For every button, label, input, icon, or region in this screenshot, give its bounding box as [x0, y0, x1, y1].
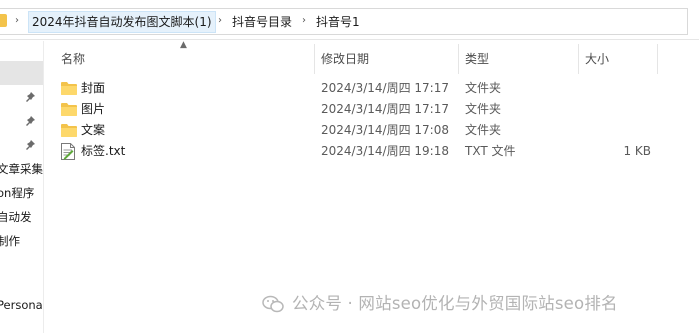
file-row[interactable]: 标签.txt 2024/3/14/周四 19:18 TXT 文件 1 KB [52, 141, 662, 162]
column-divider[interactable] [657, 44, 658, 74]
pin-icon[interactable] [24, 139, 36, 151]
text-file-icon [61, 143, 75, 160]
nav-item-label[interactable]: 制作 [0, 233, 43, 249]
file-type: 文件夹 [465, 123, 502, 137]
file-size [571, 120, 651, 141]
folder-icon [61, 82, 77, 95]
file-type: 文件夹 [465, 102, 502, 116]
nav-item-label[interactable]: on程序 [0, 185, 43, 201]
pin-icon[interactable] [24, 91, 36, 103]
nav-item-label[interactable]: 自动发 [0, 209, 43, 225]
file-name[interactable]: 图片 [81, 99, 105, 120]
column-header-modified[interactable]: 修改日期 [321, 44, 369, 74]
breadcrumb-item-current[interactable]: 抖音号1 [313, 12, 363, 32]
file-row[interactable]: 图片 2024/3/14/周四 17:17 文件夹 [52, 99, 662, 120]
sort-ascending-icon[interactable]: ▲ [180, 40, 187, 50]
pin-icon[interactable] [24, 115, 36, 127]
column-header-size[interactable]: 大小 [585, 44, 609, 74]
wechat-icon [262, 295, 284, 313]
breadcrumb-item-script[interactable]: 2024年抖音自动发布图文脚本(1) [28, 11, 216, 33]
nav-item-label[interactable]: Persona [0, 297, 43, 313]
nav-item-label[interactable]: 文章采集 [0, 161, 43, 177]
file-explorer-window: › 2024年抖音自动发布图文脚本(1) › 抖音号目录 › 抖音号1 文章采集… [0, 0, 699, 333]
chevron-right-icon[interactable]: › [12, 13, 22, 29]
folder-icon [61, 103, 77, 116]
file-modified: 2024/3/14/周四 19:18 [321, 144, 449, 158]
breadcrumb-item-directory[interactable]: 抖音号目录 [229, 12, 295, 32]
file-type: 文件夹 [465, 81, 502, 95]
address-bar: › 2024年抖音自动发布图文脚本(1) › 抖音号目录 › 抖音号1 [0, 0, 699, 40]
folder-icon [0, 14, 7, 27]
file-size [571, 78, 651, 99]
nav-item-selected[interactable] [0, 61, 43, 85]
file-type: TXT 文件 [465, 144, 516, 158]
file-name[interactable]: 标签.txt [81, 141, 125, 162]
file-size: 1 KB [623, 144, 651, 158]
file-row[interactable]: 文案 2024/3/14/周四 17:08 文件夹 [52, 120, 662, 141]
column-header-name[interactable]: 名称 [61, 44, 85, 74]
column-divider[interactable] [314, 44, 315, 74]
navigation-pane: 文章采集 on程序 自动发 制作 Persona [0, 41, 44, 333]
chevron-right-icon[interactable]: › [299, 13, 309, 29]
file-modified: 2024/3/14/周四 17:17 [321, 81, 449, 95]
column-header-type[interactable]: 类型 [465, 44, 489, 74]
column-divider[interactable] [578, 44, 579, 74]
chevron-right-icon[interactable]: › [215, 13, 225, 29]
file-row[interactable]: 封面 2024/3/14/周四 17:17 文件夹 [52, 78, 662, 99]
folder-icon [61, 124, 77, 137]
file-modified: 2024/3/14/周四 17:08 [321, 123, 449, 137]
file-name[interactable]: 封面 [81, 78, 105, 99]
file-size [571, 99, 651, 120]
watermark-text: 公众号 · 网站seo优化与外贸国际站seo排名 [292, 294, 618, 313]
file-name[interactable]: 文案 [81, 120, 105, 141]
file-modified: 2024/3/14/周四 17:17 [321, 102, 449, 116]
column-divider[interactable] [458, 44, 459, 74]
